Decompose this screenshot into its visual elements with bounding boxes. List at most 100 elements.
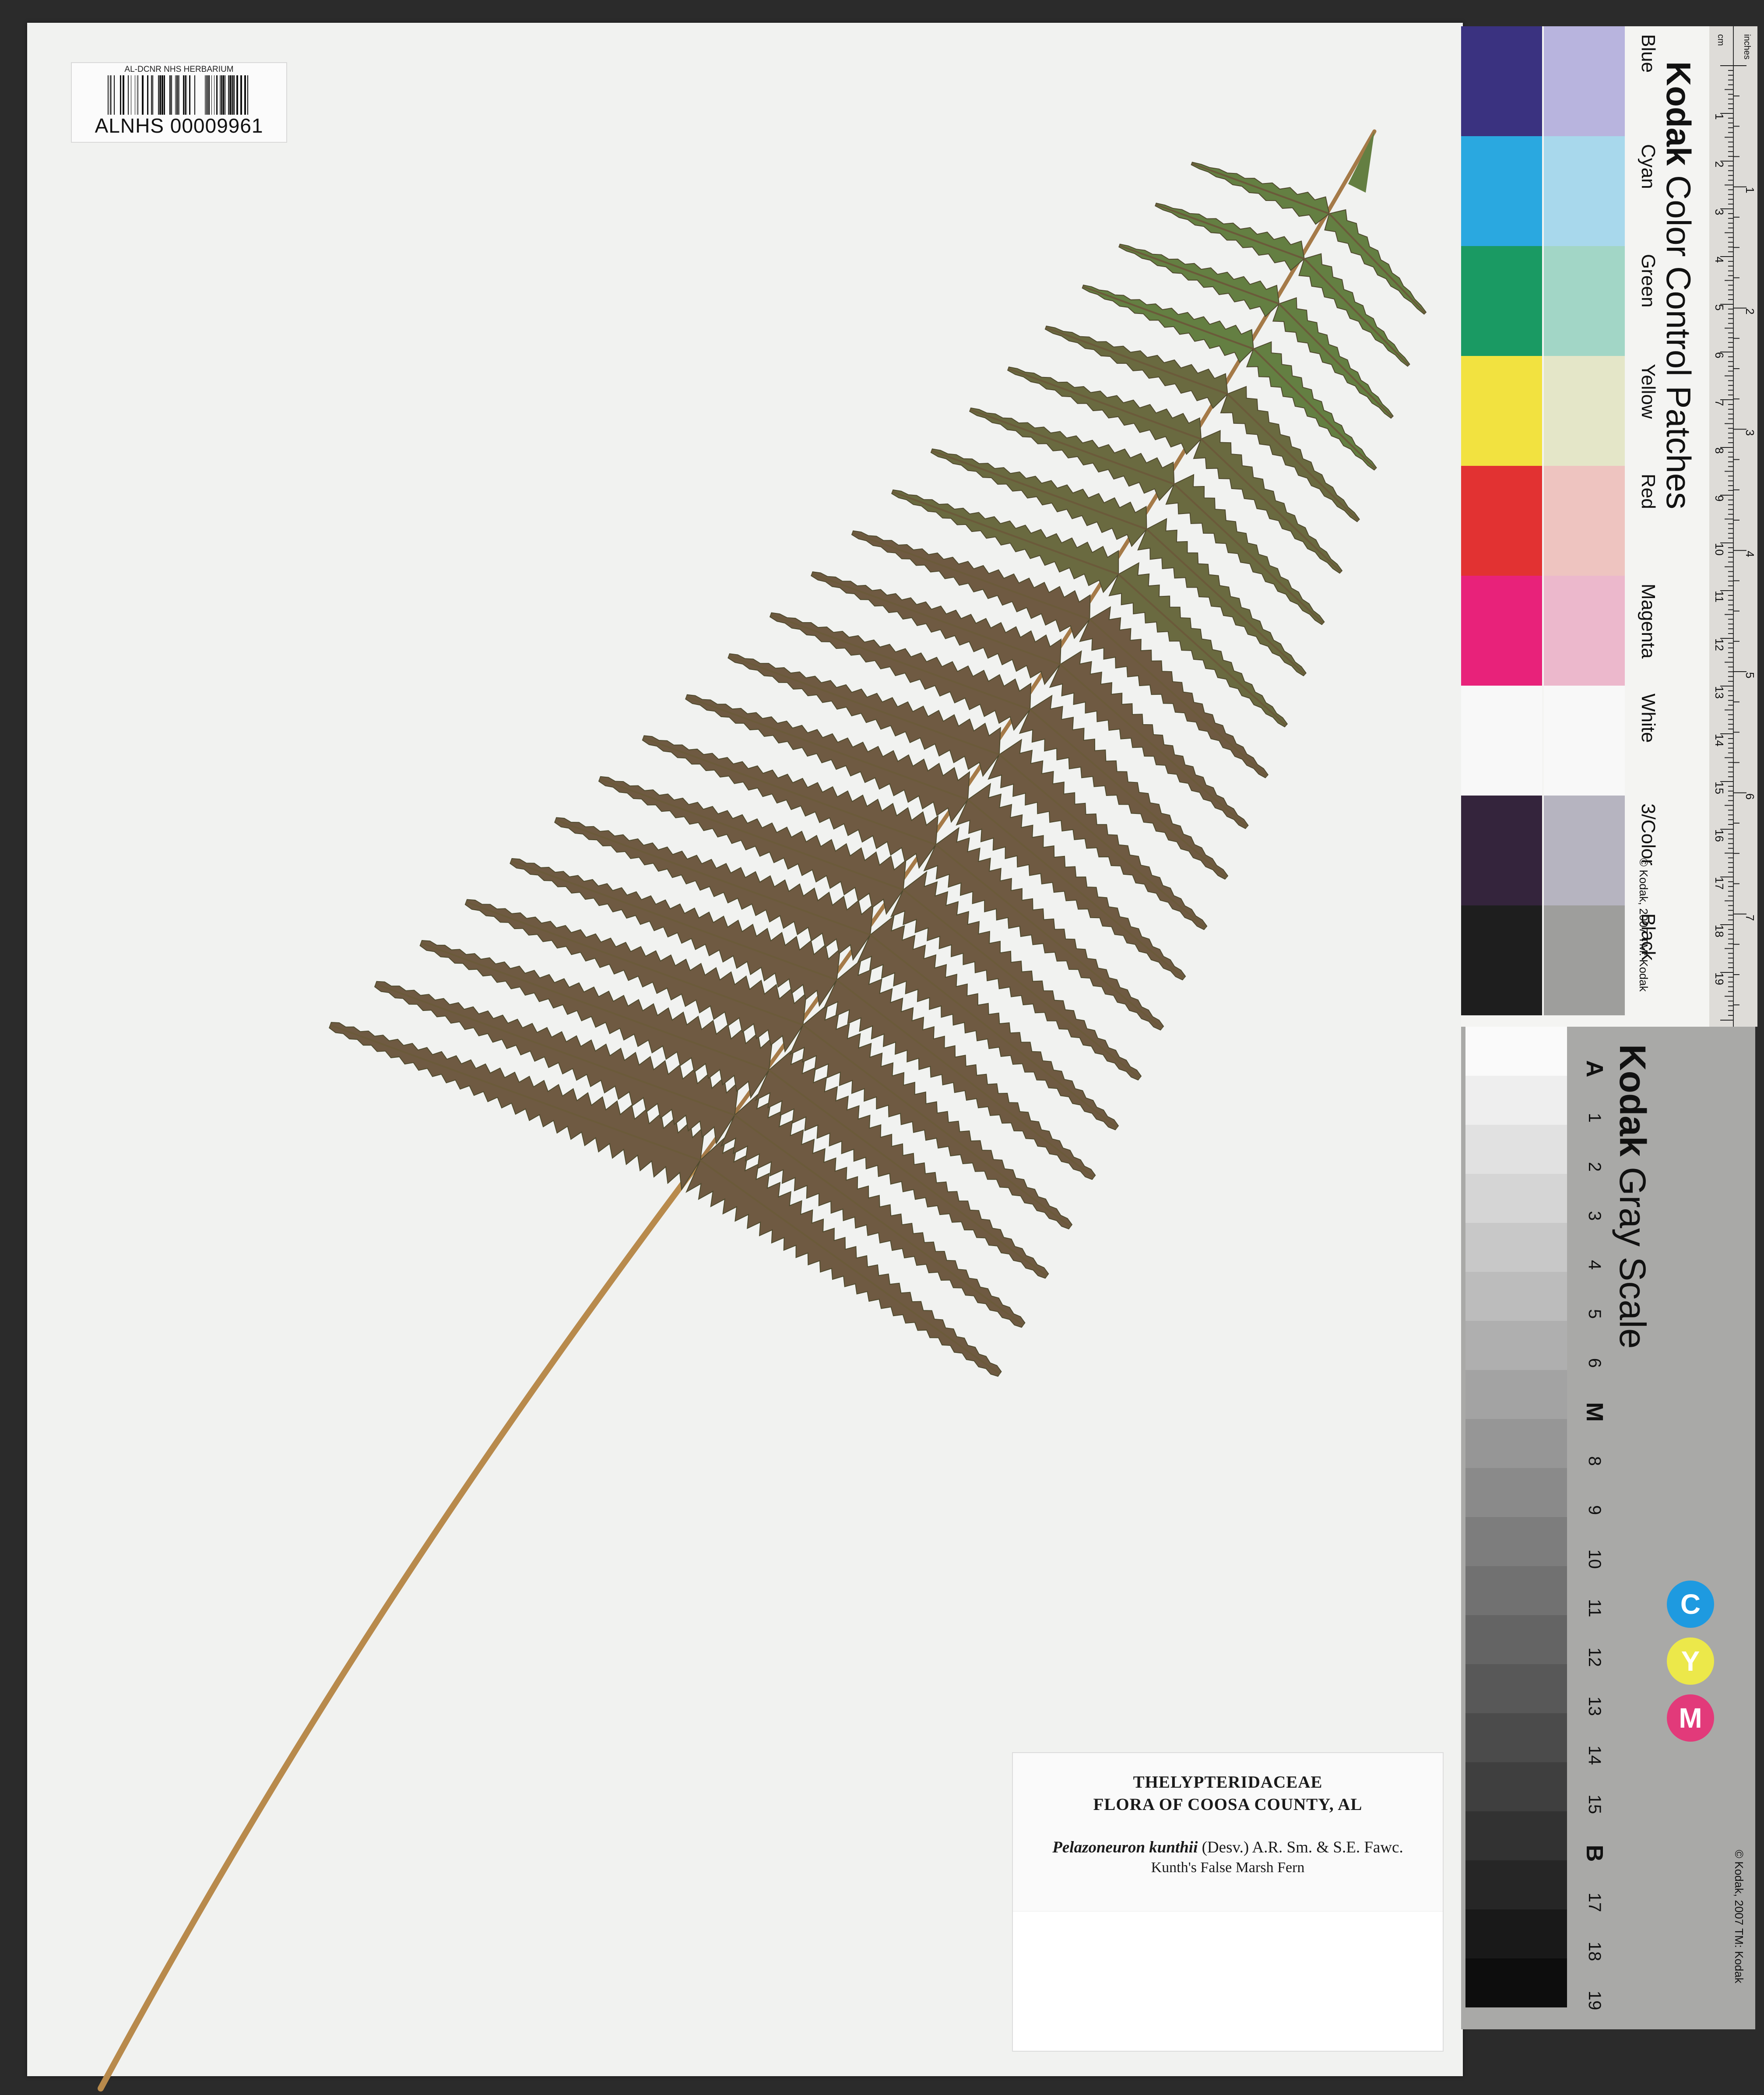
patch-row bbox=[1461, 905, 1632, 1015]
ruler-cm-label: 18 bbox=[1713, 925, 1726, 937]
gray-step bbox=[1465, 1958, 1567, 2007]
magenta-target: M bbox=[1667, 1694, 1714, 1742]
gray-card-title: Gray Scale bbox=[1612, 1167, 1653, 1349]
gray-step bbox=[1465, 1566, 1567, 1615]
gray-step-label: 8 bbox=[1585, 1456, 1604, 1466]
ruler-cm-label: 1 bbox=[1713, 113, 1726, 120]
gray-step-label: 14 bbox=[1585, 1745, 1604, 1765]
ruler-cm-label: 6 bbox=[1713, 352, 1726, 358]
ruler-cm-label: 11 bbox=[1713, 591, 1726, 602]
ruler-cm-label: 12 bbox=[1713, 638, 1726, 651]
gray-step-label: 12 bbox=[1585, 1647, 1604, 1667]
ruler-inch-label: 7 bbox=[1743, 915, 1757, 921]
ruler-cm-label: 19 bbox=[1713, 972, 1726, 985]
gray-step-label: 9 bbox=[1585, 1505, 1604, 1515]
color-patch-tint bbox=[1544, 356, 1625, 466]
gray-step bbox=[1465, 1174, 1567, 1223]
gray-step-label: 18 bbox=[1585, 1941, 1604, 1961]
ruler-unit-in: inches bbox=[1742, 34, 1752, 60]
ruler-inch-label: 1 bbox=[1743, 187, 1757, 193]
gray-step-label: M bbox=[1581, 1402, 1608, 1422]
color-card-copyright: © Kodak, 2007 TM: Kodak bbox=[1637, 858, 1650, 992]
color-patch bbox=[1461, 686, 1542, 796]
ruler-cm-label: 3 bbox=[1713, 209, 1726, 215]
gray-step bbox=[1465, 1860, 1567, 1909]
ruler-cm-label: 9 bbox=[1713, 495, 1726, 501]
gray-step bbox=[1465, 1370, 1567, 1419]
gray-step bbox=[1465, 1272, 1567, 1321]
gray-step bbox=[1465, 1762, 1567, 1811]
gray-step bbox=[1465, 1615, 1567, 1664]
ruler-ticks: 123456789101112131415161718191234567cm in… bbox=[1709, 26, 1757, 1036]
patch-label: 3/Color bbox=[1637, 803, 1659, 866]
gray-step bbox=[1465, 1027, 1567, 1076]
color-patch-tint bbox=[1544, 905, 1625, 1015]
gray-step bbox=[1465, 1419, 1567, 1468]
patch-row bbox=[1461, 356, 1632, 466]
gray-step bbox=[1465, 1125, 1567, 1174]
gray-card-copyright: © Kodak, 2007 TM: Kodak bbox=[1732, 1850, 1746, 1983]
patch-row bbox=[1461, 466, 1632, 576]
patch-row bbox=[1461, 686, 1632, 796]
color-card-brand: Kodak bbox=[1659, 61, 1698, 166]
color-patch bbox=[1461, 246, 1542, 356]
gray-step bbox=[1465, 1468, 1567, 1517]
ruler-inch-label: 2 bbox=[1743, 308, 1757, 314]
color-patch bbox=[1461, 796, 1542, 905]
gray-step bbox=[1465, 1811, 1567, 1860]
kodak-gray-scale: A 1 2 3 4 5 6 M 8 9 10 11 12 13 14 15 B 17 18 19 Kodak Gray… bbox=[1461, 1027, 1755, 2029]
gray-step bbox=[1465, 1517, 1567, 1566]
color-patches bbox=[1461, 26, 1632, 1015]
patch-label: Magenta bbox=[1637, 584, 1659, 659]
ruler: 1 2 3 4 5 6 7 8 9 10 11 12 13 14 15 16 17 18 19 1 2 3 4 5 6 7 cm in… bbox=[1709, 26, 1757, 1036]
color-patch-tint bbox=[1544, 576, 1625, 686]
color-card-text: Kodak Color Control Patches Blue Cyan Gree… bbox=[1633, 26, 1698, 1027]
color-patch bbox=[1461, 26, 1542, 136]
ruler-inch-label: 5 bbox=[1743, 672, 1757, 678]
gray-step bbox=[1465, 1223, 1567, 1272]
ruler-cm-label: 13 bbox=[1713, 686, 1726, 699]
gray-step-label: B bbox=[1581, 1845, 1608, 1862]
color-patch-tint bbox=[1544, 26, 1625, 136]
ruler-cm-label: 4 bbox=[1713, 257, 1726, 263]
cyan-target: C bbox=[1667, 1581, 1714, 1628]
color-patch bbox=[1461, 905, 1542, 1015]
patch-row bbox=[1461, 26, 1632, 136]
gray-step bbox=[1465, 1909, 1567, 1958]
patch-row bbox=[1461, 136, 1632, 246]
gray-step bbox=[1465, 1076, 1567, 1125]
gray-step-label: 17 bbox=[1585, 1892, 1604, 1912]
patch-row bbox=[1461, 576, 1632, 686]
color-patch bbox=[1461, 576, 1542, 686]
ruler-cm-label: 14 bbox=[1713, 734, 1726, 746]
patch-label: Cyan bbox=[1637, 144, 1659, 189]
ruler-cm-label: 5 bbox=[1713, 304, 1726, 310]
ruler-inch-label: 3 bbox=[1743, 430, 1757, 436]
color-patch-tint bbox=[1544, 796, 1625, 905]
gray-card-brand: Kodak bbox=[1612, 1044, 1653, 1157]
patch-label: Blue bbox=[1637, 34, 1659, 73]
ruler-cm-label: 15 bbox=[1713, 782, 1726, 794]
patch-row bbox=[1461, 246, 1632, 356]
patch-label: Green bbox=[1637, 254, 1659, 308]
gray-steps bbox=[1465, 1027, 1567, 2007]
patch-row bbox=[1461, 796, 1632, 905]
ruler-cm-label: 7 bbox=[1713, 400, 1726, 406]
yellow-target: Y bbox=[1667, 1637, 1714, 1685]
color-patch bbox=[1461, 356, 1542, 466]
gray-step-label: 19 bbox=[1585, 1990, 1604, 2010]
color-patch bbox=[1461, 466, 1542, 576]
gray-step bbox=[1465, 1664, 1567, 1713]
gray-step-label: 13 bbox=[1585, 1696, 1604, 1716]
color-card-title: Color Control Patches bbox=[1659, 175, 1698, 510]
patch-label: Yellow bbox=[1637, 364, 1659, 419]
color-patch-tint bbox=[1544, 686, 1625, 796]
ruler-unit-cm: cm bbox=[1716, 34, 1725, 46]
color-patch-tint bbox=[1544, 466, 1625, 576]
ruler-inch-label: 6 bbox=[1743, 793, 1757, 799]
gray-step bbox=[1465, 1321, 1567, 1370]
ruler-cm-label: 16 bbox=[1713, 829, 1726, 842]
color-patch-tint bbox=[1544, 136, 1625, 246]
ruler-cm-label: 17 bbox=[1713, 877, 1726, 890]
patch-label: Red bbox=[1637, 474, 1659, 509]
